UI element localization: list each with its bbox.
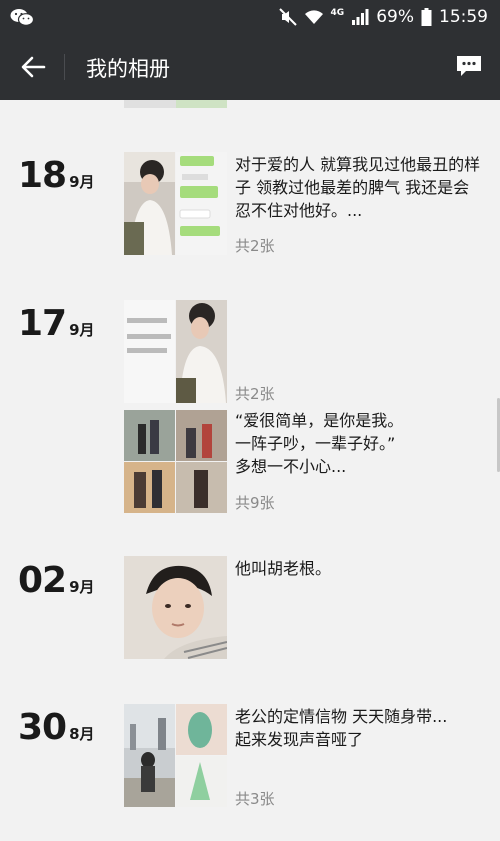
photo-collage [124,152,227,255]
date-day: 18 [18,155,67,196]
photo-collage [124,300,227,403]
post-caption[interactable]: 对于爱的人 就算我见过他最丑的样子 领教过他最差的脾气 我还是会忍不住对他好。.… [235,153,483,222]
post-date: 30 8月 [18,710,95,746]
wifi-icon [304,10,323,24]
date-month: 9月 [69,321,95,339]
header-divider [64,54,65,80]
clock: 15:59 [439,7,488,27]
post-date: 18 9月 [18,158,95,194]
date-day: 17 [18,303,67,344]
status-bar: 4G 69% 15:59 [0,0,500,34]
album-feed[interactable]: 18 9月 对于爱的人 就算我见过他最丑的样子 领教过他最差的脾气 我还是会忍不… [0,100,500,841]
photo-count: 共3张 [235,790,275,808]
battery-icon [421,8,432,26]
app-bar: 我的相册 [0,34,500,100]
photo-count: 共2张 [235,237,275,255]
post-date: 17 9月 [18,306,95,342]
date-month: 9月 [69,173,95,191]
post-caption[interactable]: 他叫胡老根。 [235,557,483,580]
signal-icon [352,9,369,25]
post-thumbnail[interactable] [124,410,227,513]
date-day: 30 [18,707,67,748]
photo [124,556,227,659]
photo-collage [124,704,227,807]
photo-count: 共2张 [235,385,275,403]
message-icon[interactable] [454,53,484,79]
post-thumbnail[interactable] [124,556,227,659]
previous-post-thumbnail[interactable] [124,100,227,108]
date-day: 02 [18,560,67,601]
mute-icon [278,8,297,26]
status-indicators: 4G 69% 15:59 [278,6,488,28]
post-thumbnail[interactable] [124,300,227,403]
post-caption[interactable]: “爱很简单，是你是我。 一阵子吵，一辈子好。” 多想一不小心... [235,409,483,478]
battery-percent: 69% [376,7,414,27]
post-date: 02 9月 [18,563,95,599]
post-thumbnail[interactable] [124,704,227,807]
photo-count: 共9张 [235,494,275,512]
post-caption[interactable]: 老公的定情信物 天天随身带... 起来发现声音哑了 [235,705,483,751]
back-arrow-icon[interactable] [18,52,48,82]
post-thumbnail[interactable] [124,152,227,255]
wechat-icon [10,9,34,26]
date-month: 8月 [69,725,95,743]
photo-collage [124,410,227,513]
page-title: 我的相册 [86,57,170,81]
date-month: 9月 [69,578,95,596]
network-label: 4G [330,8,345,18]
